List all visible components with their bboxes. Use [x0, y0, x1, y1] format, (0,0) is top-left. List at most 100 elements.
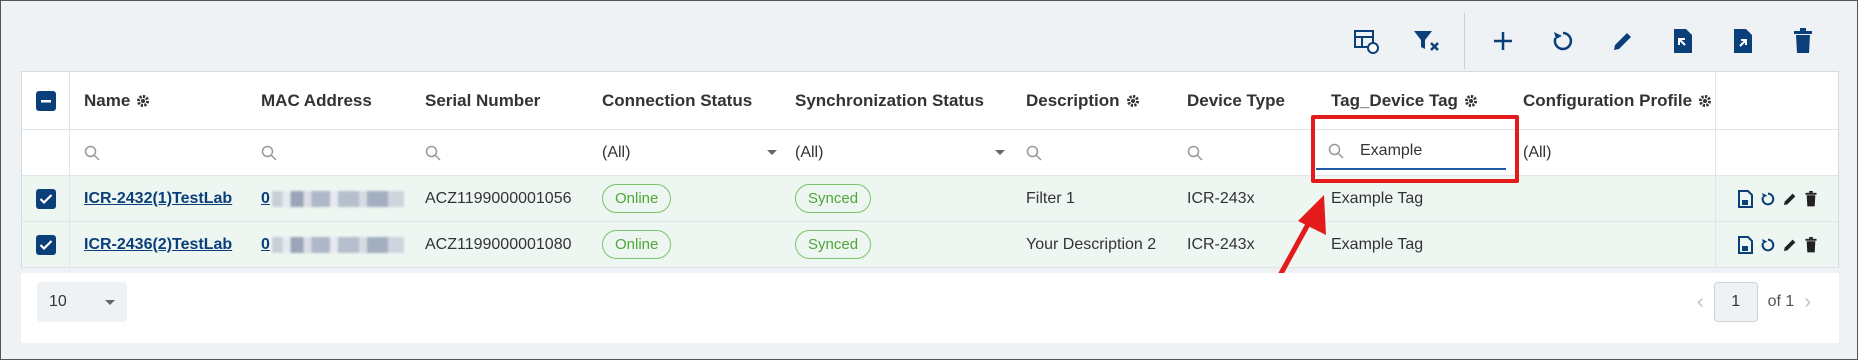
column-header-device-type[interactable]: Device Type — [1187, 72, 1285, 129]
select-all-cell — [22, 72, 70, 129]
gear-icon[interactable] — [1698, 94, 1712, 108]
page-size-select[interactable]: 10 — [37, 282, 127, 322]
device-type-cell: ICR-243x — [1187, 189, 1255, 207]
chevron-down-icon — [767, 150, 777, 155]
column-header-mac[interactable]: MAC Address — [261, 72, 372, 129]
connection-status-cell: Online — [602, 222, 672, 267]
sync-status-filter[interactable]: (All) — [795, 130, 1005, 175]
connection-status-cell: Online — [602, 176, 672, 221]
refresh-icon[interactable] — [1760, 191, 1776, 207]
actions-filter-spacer — [1715, 130, 1840, 175]
device-name-link[interactable]: ICR-2432(1)TestLab — [84, 190, 232, 208]
config-profile-filter[interactable]: (All) — [1523, 130, 1551, 175]
delete-icon[interactable] — [1804, 236, 1818, 253]
chevron-left-icon[interactable]: ‹ — [1697, 291, 1704, 314]
column-header-sync-status[interactable]: Synchronization Status — [795, 72, 984, 129]
column-header-label: Name — [84, 90, 131, 110]
page-number-input[interactable]: 1 — [1713, 282, 1758, 322]
annotation-highlight-box — [1311, 115, 1519, 183]
search-icon — [84, 145, 100, 161]
gear-icon[interactable] — [1464, 94, 1478, 108]
search-icon — [1026, 145, 1042, 161]
import-button[interactable] — [1653, 19, 1713, 63]
search-icon — [1187, 145, 1203, 161]
sync-status-cell: Synced — [795, 176, 872, 221]
mac-prefix[interactable]: 0 — [261, 190, 270, 208]
edit-button[interactable] — [1593, 19, 1653, 63]
page-size-value: 10 — [49, 293, 67, 310]
grid-toolbar — [1336, 13, 1833, 69]
gear-icon[interactable] — [136, 94, 150, 108]
table-row[interactable]: ICR-2432(1)TestLab 0 ACZ1199000001056 On… — [22, 176, 1838, 222]
app-frame: Name MAC Address Serial Number Connectio… — [0, 0, 1858, 360]
redacted-mac — [271, 236, 404, 253]
row-actions — [1715, 176, 1840, 221]
delete-icon[interactable] — [1804, 190, 1818, 207]
column-header-config-profile[interactable]: Configuration Profile — [1523, 72, 1712, 129]
sync-status-cell: Synced — [795, 222, 872, 267]
device-name-link[interactable]: ICR-2436(2)TestLab — [84, 236, 232, 254]
clear-filter-button[interactable] — [1396, 19, 1456, 63]
toolbar-divider — [1464, 13, 1465, 69]
table-row[interactable]: ICR-2436(2)TestLab 0 ACZ1199000001080 On… — [22, 222, 1838, 268]
filter-row: (All) (All) (All) — [22, 130, 1838, 176]
status-badge: Synced — [795, 230, 872, 259]
mac-prefix[interactable]: 0 — [261, 236, 270, 254]
column-header-label: Serial Number — [425, 90, 541, 110]
column-header-label: Configuration Profile — [1523, 90, 1693, 110]
column-header-label: Device Type — [1187, 90, 1285, 110]
checkmark-icon — [39, 193, 52, 204]
chevron-right-icon[interactable]: › — [1804, 291, 1811, 314]
column-chooser-icon — [1354, 30, 1379, 54]
column-header-name[interactable]: Name — [84, 72, 150, 129]
device-name-cell: ICR-2436(2)TestLab — [84, 222, 232, 267]
column-header-connection-status[interactable]: Connection Status — [602, 72, 752, 129]
edit-icon[interactable] — [1782, 237, 1798, 253]
column-header-description[interactable]: Description — [1026, 72, 1140, 129]
serial-number-cell: ACZ1199000001056 — [425, 189, 572, 207]
refresh-icon[interactable] — [1760, 237, 1776, 253]
mac-filter[interactable] — [261, 130, 277, 175]
header-row: Name MAC Address Serial Number Connectio… — [22, 72, 1838, 130]
row-checkbox[interactable] — [35, 234, 56, 255]
row-checkbox[interactable] — [35, 188, 56, 209]
refresh-icon — [1553, 31, 1573, 51]
export-button[interactable] — [1713, 19, 1773, 63]
status-badge: Synced — [795, 184, 872, 213]
column-header-label: Description — [1026, 90, 1120, 110]
name-filter[interactable] — [84, 130, 100, 175]
filter-value: (All) — [1523, 143, 1552, 161]
status-badge: Online — [602, 230, 672, 259]
gear-icon[interactable] — [1126, 94, 1140, 108]
chevron-down-icon — [995, 150, 1005, 155]
connection-status-filter[interactable]: (All) — [602, 130, 777, 175]
select-all-checkbox[interactable] — [35, 90, 56, 111]
column-header-label: MAC Address — [261, 90, 372, 110]
serial-number-cell: ACZ1199000001080 — [425, 235, 572, 253]
column-header-label: Connection Status — [602, 90, 753, 110]
column-chooser-button[interactable] — [1336, 19, 1396, 63]
save-config-icon[interactable] — [1738, 189, 1754, 208]
refresh-button[interactable] — [1533, 19, 1593, 63]
description-filter[interactable] — [1026, 130, 1042, 175]
filter-value: (All) — [602, 143, 631, 161]
search-icon — [425, 145, 441, 161]
column-header-serial[interactable]: Serial Number — [425, 72, 540, 129]
mac-address-cell: 0 — [261, 222, 404, 267]
delete-button[interactable] — [1773, 19, 1833, 63]
column-header-label: Tag_Device Tag — [1331, 90, 1458, 110]
edit-icon[interactable] — [1782, 191, 1798, 207]
serial-filter[interactable] — [425, 130, 441, 175]
description-cell: Filter 1 — [1026, 189, 1075, 207]
actions-header — [1715, 72, 1840, 129]
indeterminate-icon — [40, 99, 51, 102]
page-navigation: ‹ 1 of 1 › — [1697, 282, 1811, 322]
save-config-icon[interactable] — [1738, 235, 1754, 254]
row-select-cell — [22, 176, 70, 221]
device-name-cell: ICR-2432(1)TestLab — [84, 176, 232, 221]
page-count-label: of 1 — [1767, 293, 1795, 310]
row-actions — [1715, 222, 1840, 267]
device-type-filter[interactable] — [1187, 130, 1203, 175]
edit-icon — [1614, 33, 1631, 50]
add-button[interactable] — [1473, 19, 1533, 63]
